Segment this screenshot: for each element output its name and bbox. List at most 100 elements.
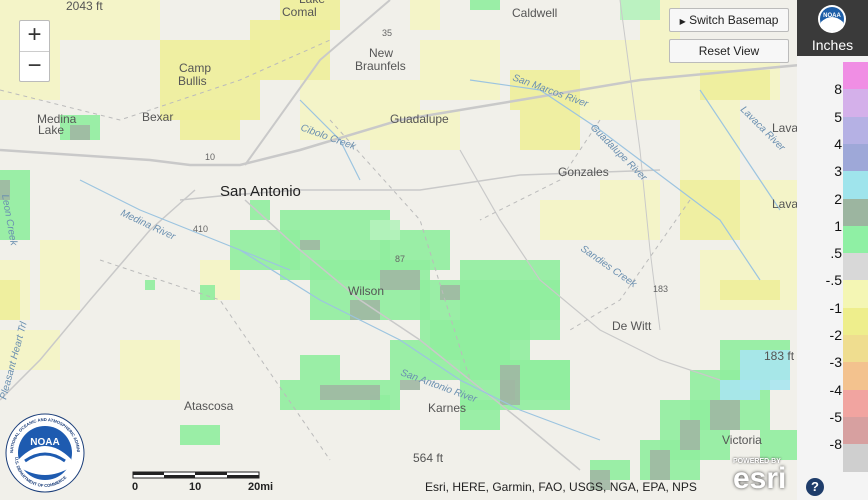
- precip-cell: [760, 430, 797, 460]
- place-label: New: [369, 46, 393, 60]
- legend-swatch: [843, 444, 868, 473]
- precipitation-map[interactable]: Comal CaldwellNewBraunfelsCampBullisMedin…: [0, 0, 868, 500]
- legend-swatch: [843, 198, 868, 227]
- noaa-emblem: NOAA NATIONAL OCEANIC AND ATMOSPHERIC AD…: [5, 413, 85, 493]
- esri-brand: esri: [733, 462, 787, 495]
- legend-swatch: [843, 62, 868, 90]
- precip-cell: [320, 385, 380, 400]
- scale-label-20: 20mi: [248, 481, 274, 493]
- legend-swatch: [843, 280, 868, 309]
- precip-cell: [420, 40, 500, 100]
- precip-cell: [145, 280, 155, 290]
- legend-label: 2: [834, 190, 842, 207]
- legend-swatch: [843, 416, 868, 445]
- place-label: Braunfels: [355, 59, 406, 73]
- legend-label: -5: [829, 408, 842, 425]
- place-label: Lake: [38, 123, 64, 137]
- precip-cell: [620, 0, 660, 20]
- noaa-logo-icon: NOAA: [818, 5, 846, 33]
- place-label: De Witt: [612, 319, 652, 333]
- road-number-label: 183: [653, 284, 668, 294]
- place-label: Camp: [179, 61, 211, 75]
- legend-swatch: [843, 389, 868, 418]
- precip-cell: [200, 285, 215, 300]
- legend-label: 3: [834, 163, 842, 180]
- noaa-logo-text: NOAA: [823, 13, 841, 19]
- legend-header: NOAA Inches: [797, 0, 868, 56]
- place-label: Guadalupe: [390, 112, 449, 126]
- precip-cell: [720, 280, 780, 300]
- legend-swatch: [843, 143, 868, 172]
- zoom-out-button[interactable]: −: [20, 51, 49, 81]
- place-label: 2043 ft: [66, 0, 103, 13]
- scale-bar-graphic: [132, 471, 260, 479]
- place-label: Victoria: [722, 433, 762, 447]
- legend-swatch: [843, 307, 868, 336]
- precip-cell: [300, 240, 320, 250]
- place-label: Lava: [772, 197, 798, 211]
- precip-cell: [680, 420, 700, 450]
- legend-swatch: [843, 225, 868, 254]
- precip-cell: [470, 0, 500, 10]
- road-number-label: 35: [382, 28, 392, 38]
- precip-cell: [720, 380, 760, 400]
- place-label: Karnes: [428, 401, 466, 415]
- switch-basemap-label: Switch Basemap: [689, 13, 779, 27]
- legend-label: 1: [834, 217, 842, 234]
- reset-view-button[interactable]: Reset View: [669, 39, 789, 63]
- place-label: Gonzales: [558, 165, 609, 179]
- zoom-control[interactable]: + −: [19, 20, 50, 82]
- precip-cell: [370, 220, 400, 240]
- precip-cell: [40, 240, 80, 310]
- place-label: Bexar: [142, 110, 173, 124]
- precip-cell: [0, 280, 20, 320]
- place-label: Caldwell: [512, 6, 557, 20]
- legend-label: -3: [829, 354, 842, 371]
- precip-cell: [120, 340, 180, 400]
- legend-label: .5: [830, 245, 842, 262]
- road-number-label: 87: [395, 254, 405, 264]
- zoom-in-button[interactable]: +: [20, 21, 49, 51]
- precip-cell: [70, 125, 90, 140]
- caret-right-icon: ▶: [679, 17, 686, 26]
- legend-swatch: [843, 116, 868, 145]
- place-label: Wilson: [348, 284, 384, 298]
- precip-cell: [650, 450, 670, 480]
- place-label: Lake: [299, 0, 325, 6]
- legend-label: 5: [834, 108, 842, 125]
- legend-label: -1: [829, 299, 842, 316]
- precip-cell: [250, 200, 270, 220]
- road-number-label: 410: [193, 224, 208, 234]
- precip-cell: [380, 270, 420, 290]
- legend-swatch: [843, 171, 868, 200]
- road-number-label: 10: [205, 152, 215, 162]
- scale-bar: 0 10 20mi: [132, 468, 273, 493]
- precip-cell: [520, 110, 580, 150]
- place-label: San Antonio: [220, 183, 301, 200]
- precip-cell: [500, 380, 515, 400]
- place-label: Atascosa: [184, 399, 234, 413]
- precip-cell: [600, 180, 660, 240]
- help-icon[interactable]: ?: [806, 478, 824, 496]
- legend-swatch: [843, 253, 868, 282]
- precip-cell: [680, 100, 740, 180]
- legend-panel: NOAA Inches 8 5 4 3 2 1 .5 -.5 -1 -2 -3 -4 -5 -8: [797, 0, 868, 500]
- esri-logo[interactable]: POWERED BY esri: [733, 458, 787, 495]
- scale-label-10: 10: [189, 481, 202, 493]
- precip-cell: [410, 0, 440, 30]
- legend-label: -.5: [825, 272, 842, 289]
- place-label: 183 ft: [764, 349, 795, 363]
- legend-label: -2: [829, 327, 842, 343]
- legend-label: 4: [834, 135, 842, 152]
- legend-swatch: [843, 362, 868, 391]
- precip-cell: [180, 110, 240, 140]
- place-label: Bullis: [178, 74, 207, 88]
- map-attribution: Esri, HERE, Garmin, FAO, USGS, NGA, EPA,…: [425, 480, 697, 494]
- legend-label: -4: [829, 381, 842, 398]
- legend-title: Inches: [811, 37, 854, 53]
- precip-cell: [160, 40, 260, 120]
- legend-label: 8: [834, 81, 842, 98]
- precip-cell: [710, 400, 740, 430]
- switch-basemap-button[interactable]: ▶ Switch Basemap: [669, 8, 789, 32]
- legend-swatch: [843, 335, 868, 363]
